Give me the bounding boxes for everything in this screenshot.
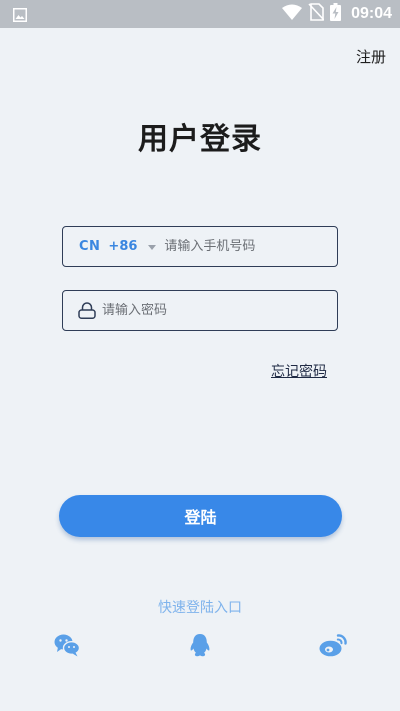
phone-input[interactable] [164,239,337,254]
phone-field: CN +86 [62,226,338,267]
status-time: 09:04 [351,5,392,22]
weibo-icon[interactable] [319,633,347,661]
register-link[interactable]: 注册 [356,46,386,67]
lock-icon [78,302,96,319]
no-sim-icon [308,3,325,25]
login-button[interactable]: 登陆 [59,495,342,537]
dial-code[interactable]: +86 [108,239,137,254]
status-bar: 09:04 [0,0,400,28]
password-input[interactable] [102,303,337,318]
page-title: 用户登录 [138,122,262,157]
gallery-icon [13,7,27,26]
wifi-icon [282,4,303,24]
chevron-down-icon[interactable] [148,244,157,250]
qq-icon[interactable] [189,633,211,662]
status-icons: 09:04 [282,0,392,28]
battery-charging-icon [330,3,342,25]
wechat-icon[interactable] [54,633,81,661]
country-code-selector[interactable]: CN [79,239,100,254]
forgot-password-link[interactable]: 忘记密码 [271,361,327,381]
password-field [62,290,338,331]
quick-login-label: 快速登陆入口 [158,600,242,616]
